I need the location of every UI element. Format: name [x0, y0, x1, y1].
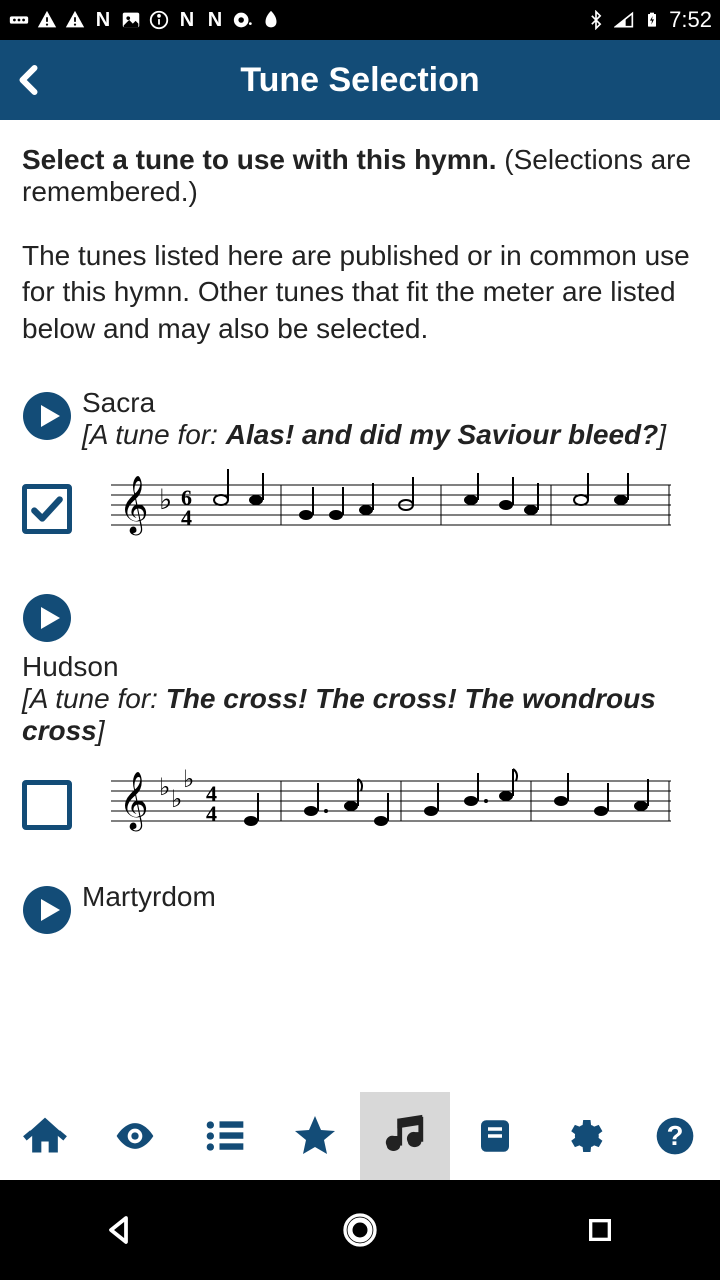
tune-checkbox[interactable] [22, 484, 72, 534]
sys-home[interactable] [333, 1203, 388, 1258]
play-button[interactable] [22, 391, 72, 441]
nav-list[interactable] [180, 1092, 270, 1180]
svg-text:?: ? [667, 1120, 684, 1151]
tune-name: Martyrdom [82, 881, 216, 913]
content-area: Select a tune to use with this hymn. (Se… [0, 120, 720, 1092]
tune-subtitle: [A tune for: Alas! and did my Saviour bl… [82, 419, 666, 451]
n-icon: N [92, 9, 114, 31]
svg-text:4: 4 [206, 801, 217, 826]
svg-text:𝄞: 𝄞 [119, 476, 149, 536]
svg-text:4: 4 [181, 505, 192, 530]
nav-favorite[interactable] [270, 1092, 360, 1180]
battery-charging-icon [641, 9, 663, 31]
svg-text:♭: ♭ [159, 485, 172, 516]
tune-name: Sacra [82, 387, 666, 419]
tune-checkbox[interactable] [22, 780, 72, 830]
more-icon [8, 9, 30, 31]
status-time: 7:52 [669, 7, 712, 33]
intro-paragraph: Select a tune to use with this hymn. (Se… [22, 144, 698, 208]
play-button[interactable] [22, 885, 72, 935]
n-icon: N [176, 9, 198, 31]
record-icon [232, 9, 254, 31]
intro-bold: Select a tune to use with this hymn. [22, 144, 497, 175]
tune-item-martyrdom[interactable]: Martyrdom [22, 881, 698, 935]
page-title: Tune Selection [0, 61, 720, 100]
signal-icon [613, 9, 635, 31]
tune-item-hudson[interactable]: Hudson [A tune for: The cross! The cross… [22, 589, 698, 845]
tune-item-sacra[interactable]: Sacra [A tune for: Alas! and did my Savi… [22, 387, 698, 549]
sys-back[interactable] [93, 1203, 148, 1258]
music-score: 𝄞 ♭ 6 4 [84, 469, 698, 549]
svg-text:♭: ♭ [171, 787, 182, 813]
status-left: N N N [8, 9, 282, 31]
warning-icon [64, 9, 86, 31]
app-header: Tune Selection [0, 40, 720, 120]
tune-subtitle: [A tune for: The cross! The cross! The w… [22, 683, 698, 747]
image-icon [120, 9, 142, 31]
bluetooth-icon [585, 9, 607, 31]
system-nav [0, 1180, 720, 1280]
bottom-nav: ? [0, 1092, 720, 1180]
nav-help[interactable]: ? [630, 1092, 720, 1180]
warning-icon [36, 9, 58, 31]
info-icon [148, 9, 170, 31]
n-icon: N [204, 9, 226, 31]
nav-book[interactable] [450, 1092, 540, 1180]
sys-recent[interactable] [573, 1203, 628, 1258]
nav-home[interactable] [0, 1092, 90, 1180]
svg-text:♭: ♭ [183, 767, 194, 793]
status-right: 7:52 [585, 7, 712, 33]
back-button[interactable] [0, 40, 60, 120]
nav-settings[interactable] [540, 1092, 630, 1180]
nav-music[interactable] [360, 1092, 450, 1180]
nav-view[interactable] [90, 1092, 180, 1180]
intro-paragraph-2: The tunes listed here are published or i… [22, 238, 698, 347]
tree-icon [260, 9, 282, 31]
play-button[interactable] [22, 593, 72, 643]
music-score: 𝄞 ♭ ♭ ♭ 4 4 [84, 765, 698, 845]
svg-text:𝄞: 𝄞 [119, 772, 149, 832]
tune-name: Hudson [22, 651, 119, 683]
svg-text:♭: ♭ [159, 775, 170, 801]
status-bar: N N N 7:52 [0, 0, 720, 40]
